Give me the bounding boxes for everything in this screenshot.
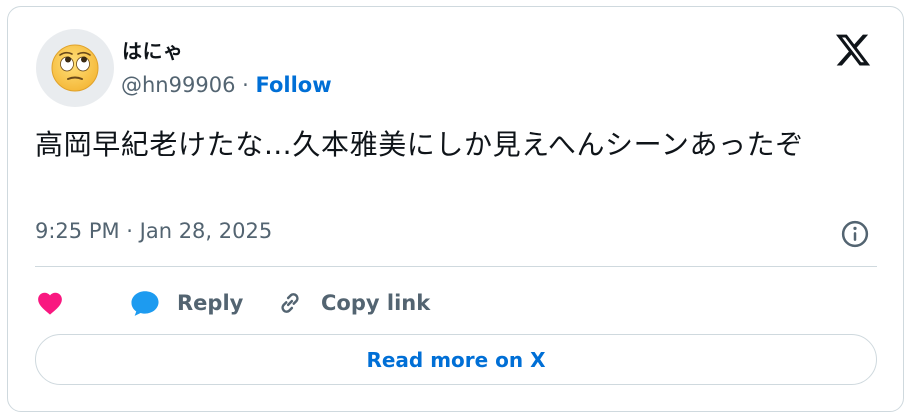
embedded-tweet-card: はにゃ @hn99906 · Follow 高岡早紀老けたな…久本雅美にしか見え… (7, 6, 904, 412)
handle-separator: · (235, 73, 256, 97)
author-handle-row: @hn99906 · Follow (121, 73, 332, 97)
author-handle[interactable]: @hn99906 (121, 73, 235, 97)
read-more-button[interactable]: Read more on X (35, 334, 877, 385)
heart-icon (38, 292, 62, 315)
reply-label: Reply (177, 291, 244, 315)
link-icon (281, 293, 299, 313)
copy-link-button[interactable]: Copy link (275, 283, 430, 323)
read-more-label: Read more on X (366, 347, 546, 372)
avatar[interactable] (36, 29, 114, 107)
tweet-text: 高岡早紀老けたな…久本雅美にしか見えへんシーンあったぞ (35, 128, 804, 161)
tweet-actions: Reply Copy link (35, 283, 635, 323)
info-icon[interactable] (840, 219, 870, 249)
reply-button[interactable]: Reply (129, 283, 243, 323)
follow-link[interactable]: Follow (255, 73, 331, 97)
x-logo-icon[interactable] (834, 31, 872, 69)
rolling-eyes-emoji-icon (51, 44, 99, 92)
like-button[interactable] (35, 283, 65, 323)
author-display-name[interactable]: はにゃ (122, 35, 184, 64)
tweet-timestamp[interactable]: 9:25 PM · Jan 28, 2025 (35, 219, 272, 243)
reply-bubble-icon (131, 291, 159, 316)
copy-link-label: Copy link (321, 291, 431, 315)
divider (35, 266, 877, 267)
